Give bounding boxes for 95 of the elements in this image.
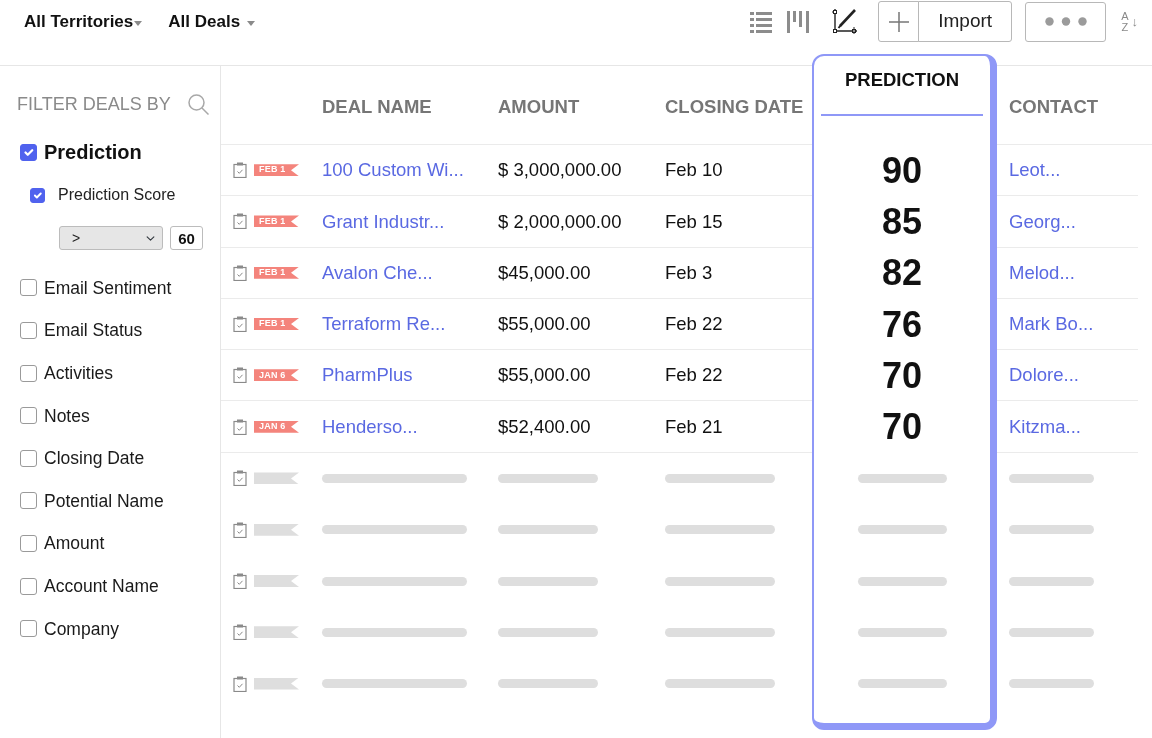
clipboard-check-icon[interactable] xyxy=(233,521,247,538)
contact-link[interactable]: Georg... xyxy=(1009,207,1076,236)
clipboard-check-icon[interactable] xyxy=(233,264,247,281)
filter-label: Activities xyxy=(44,362,114,386)
prediction-score: 85 xyxy=(881,199,922,244)
clipboard-check-icon[interactable] xyxy=(233,624,247,641)
prediction-score: 70 xyxy=(881,353,922,398)
deal-name-link[interactable]: Grant Industr... xyxy=(322,207,445,236)
checkbox[interactable] xyxy=(20,620,37,638)
checkbox[interactable] xyxy=(20,143,37,161)
score-input[interactable]: 60 xyxy=(170,226,203,250)
operator-select[interactable]: > xyxy=(59,226,163,250)
column-header: CONTACT xyxy=(1009,95,1099,120)
column-header: AMOUNT xyxy=(498,95,580,120)
clipboard-check-icon[interactable] xyxy=(233,418,247,435)
placeholder-tag xyxy=(254,626,299,639)
contact-link[interactable]: Leot... xyxy=(1009,156,1061,184)
crop-pen-icon[interactable] xyxy=(830,7,860,36)
filter-group-label: Prediction xyxy=(44,140,142,165)
closing-date-cell-text: Feb 22 xyxy=(665,312,723,337)
amount-cell-text: $ 3,000,000.00 xyxy=(498,158,622,183)
import-button[interactable]: Import xyxy=(918,1,1013,42)
caret-icon xyxy=(247,20,256,26)
clipboard-check-icon[interactable] xyxy=(233,316,247,333)
filter-heading: FILTER DEALS BY xyxy=(17,92,171,116)
territory-dropdown[interactable]: All Territories xyxy=(24,1,143,42)
checkbox[interactable] xyxy=(20,449,37,467)
deal-name-link[interactable]: Henderso... xyxy=(322,412,418,441)
prediction-score: 90 xyxy=(881,148,922,193)
column-header: DEAL NAME xyxy=(322,95,432,120)
date-tag: FEB 1 xyxy=(254,215,299,228)
amount-cell-text: $55,000.00 xyxy=(498,363,591,388)
clipboard-check-icon[interactable] xyxy=(233,213,247,230)
filter-label: Email Sentiment xyxy=(44,276,172,300)
column-header: CLOSING DATE xyxy=(665,95,804,120)
add-button[interactable] xyxy=(878,1,920,42)
placeholder-tag xyxy=(254,677,299,690)
list-view-icon[interactable] xyxy=(750,10,773,33)
prediction-score: 70 xyxy=(881,405,922,450)
view-dropdown[interactable]: All Deals xyxy=(168,1,256,42)
clipboard-check-icon[interactable] xyxy=(233,470,247,487)
checkbox[interactable] xyxy=(20,577,37,595)
filter-label: Amount xyxy=(44,532,105,556)
more-icon xyxy=(1044,17,1087,26)
closing-date-cell-text: Feb 15 xyxy=(665,209,723,234)
amount-cell-text: $45,000.00 xyxy=(498,260,591,285)
filter-label: Notes xyxy=(44,404,90,428)
prediction-score: 82 xyxy=(881,251,922,296)
date-tag: JAN 6 xyxy=(254,420,299,433)
filter-label: Email Status xyxy=(44,319,143,343)
filter-label: Company xyxy=(44,617,119,641)
prediction-score: 76 xyxy=(881,302,922,347)
clipboard-check-icon[interactable] xyxy=(233,162,247,179)
contact-link[interactable]: Kitzma... xyxy=(1009,412,1081,441)
closing-date-cell-text: Feb 21 xyxy=(665,414,723,439)
deal-name-link[interactable]: 100 Custom Wi... xyxy=(322,156,464,184)
contact-link[interactable]: Melod... xyxy=(1009,258,1075,287)
date-tag: FEB 1 xyxy=(254,318,299,331)
date-tag: JAN 6 xyxy=(254,369,299,382)
deal-name-link[interactable]: Avalon Che... xyxy=(322,258,433,287)
column-header: PREDICTION xyxy=(844,68,960,92)
filter-label: Potential Name xyxy=(44,489,164,513)
clipboard-check-icon[interactable] xyxy=(233,367,247,384)
date-tag: FEB 1 xyxy=(254,266,299,279)
caret-icon xyxy=(134,20,143,26)
closing-date-cell-text: Feb 10 xyxy=(665,158,723,183)
kanban-view-icon[interactable] xyxy=(787,10,810,33)
filter-label: Account Name xyxy=(44,575,159,598)
filter-label: Prediction Score xyxy=(58,185,176,205)
amount-cell-text: $52,400.00 xyxy=(498,414,591,439)
checkbox[interactable] xyxy=(20,279,37,297)
clipboard-check-icon[interactable] xyxy=(233,675,247,692)
deal-name-link[interactable]: Terraform Re... xyxy=(322,310,446,338)
clipboard-check-icon[interactable] xyxy=(233,573,247,589)
date-tag: FEB 1 xyxy=(254,164,299,177)
amount-cell-text: $55,000.00 xyxy=(498,312,591,337)
filter-label: Closing Date xyxy=(44,447,145,471)
deal-name-link[interactable]: PharmPlus xyxy=(322,361,413,390)
more-button[interactable] xyxy=(1025,1,1107,42)
closing-date-cell-text: Feb 3 xyxy=(665,260,713,285)
checkbox[interactable] xyxy=(20,535,37,553)
contact-link[interactable]: Mark Bo... xyxy=(1009,310,1094,338)
placeholder-tag xyxy=(254,472,299,485)
placeholder-tag xyxy=(254,523,299,536)
closing-date-cell-text: Feb 22 xyxy=(665,363,723,388)
plus-icon xyxy=(888,11,909,32)
checkbox[interactable] xyxy=(20,407,37,425)
checkbox[interactable] xyxy=(30,187,45,203)
checkbox[interactable] xyxy=(20,322,37,340)
checkbox[interactable] xyxy=(20,492,37,510)
placeholder-tag xyxy=(254,575,299,587)
search-icon[interactable] xyxy=(188,93,209,115)
checkbox[interactable] xyxy=(20,364,37,382)
contact-link[interactable]: Dolore... xyxy=(1009,361,1079,390)
amount-cell-text: $ 2,000,000.00 xyxy=(498,209,622,234)
